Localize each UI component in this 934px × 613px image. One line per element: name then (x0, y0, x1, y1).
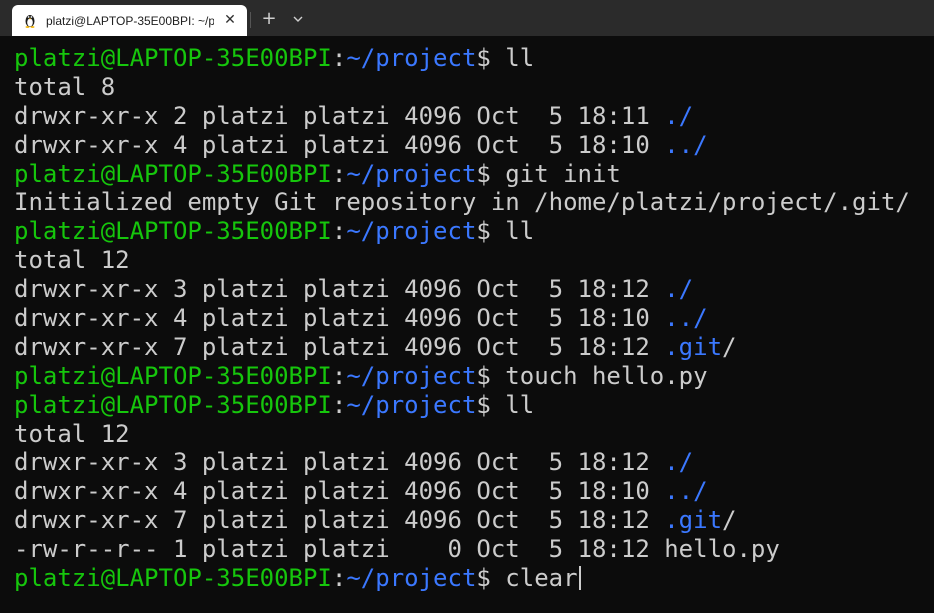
terminal-line: drwxr-xr-x 7 platzi platzi 4096 Oct 5 18… (14, 333, 934, 362)
terminal-line: platzi@LAPTOP-35E00BPI:~/project$ git in… (14, 160, 934, 189)
prompt-user: platzi@LAPTOP-35E00BPI (14, 44, 332, 72)
terminal-text: drwxr-xr-x 7 platzi platzi 4096 Oct 5 18… (14, 332, 665, 361)
terminal-window: platzi@LAPTOP-35E00BPI: ~/p ✕ + platzi@L… (0, 0, 934, 613)
terminal-line: platzi@LAPTOP-35E00BPI:~/project$ ll (14, 44, 934, 73)
terminal-line: platzi@LAPTOP-35E00BPI:~/project$ touch … (14, 362, 934, 391)
terminal-line: drwxr-xr-x 4 platzi platzi 4096 Oct 5 18… (14, 131, 934, 160)
terminal-text: / (722, 332, 737, 361)
terminal-text: .git (664, 332, 723, 361)
terminal-text: $ touch hello.py (476, 361, 708, 390)
prompt-path: ~/project (346, 44, 477, 72)
terminal-text: -rw-r--r-- 1 platzi platzi 0 Oct 5 18:12… (14, 535, 780, 564)
terminal-text: ./ (664, 101, 694, 130)
terminal-text: $ git init (476, 159, 621, 188)
terminal-line: Initialized empty Git repository in /hom… (14, 188, 934, 217)
prompt-user: platzi@LAPTOP-35E00BPI (14, 361, 332, 390)
tab-terminal[interactable]: platzi@LAPTOP-35E00BPI: ~/p ✕ (12, 5, 247, 36)
terminal-line: platzi@LAPTOP-35E00BPI:~/project$ ll (14, 391, 934, 420)
terminal-text: : (331, 390, 347, 419)
terminal-line: -rw-r--r-- 1 platzi platzi 0 Oct 5 18:12… (14, 535, 934, 564)
terminal-line: drwxr-xr-x 7 platzi platzi 4096 Oct 5 18… (14, 506, 934, 535)
chevron-down-icon[interactable] (288, 10, 308, 28)
terminal-line: drwxr-xr-x 4 platzi platzi 4096 Oct 5 18… (14, 304, 934, 333)
terminal-text: : (331, 44, 347, 72)
terminal-line: total 8 (14, 73, 934, 102)
tab-title: platzi@LAPTOP-35E00BPI: ~/p (46, 14, 214, 28)
terminal-text: drwxr-xr-x 4 platzi platzi 4096 Oct 5 18… (14, 304, 665, 333)
terminal-line: drwxr-xr-x 2 platzi platzi 4096 Oct 5 18… (14, 102, 934, 131)
terminal-text: total 12 (14, 246, 130, 275)
terminal-text: total 12 (14, 419, 130, 448)
terminal-text: ../ (664, 477, 708, 506)
terminal-text: ./ (664, 275, 694, 304)
terminal-text: drwxr-xr-x 4 platzi platzi 4096 Oct 5 18… (14, 477, 665, 506)
terminal-text: drwxr-xr-x 7 platzi platzi 4096 Oct 5 18… (14, 506, 665, 535)
terminal-text: $ ll (476, 390, 535, 419)
terminal-line: total 12 (14, 246, 934, 275)
prompt-user: platzi@LAPTOP-35E00BPI (14, 564, 332, 593)
prompt-path: ~/project (346, 159, 477, 188)
terminal-text: drwxr-xr-x 3 platzi platzi 4096 Oct 5 18… (14, 275, 665, 304)
close-icon[interactable]: ✕ (223, 13, 237, 27)
prompt-user: platzi@LAPTOP-35E00BPI (14, 159, 332, 188)
terminal-text: $ ll (476, 44, 535, 72)
terminal-text: .git (664, 506, 723, 535)
prompt-path: ~/project (346, 361, 477, 390)
terminal-text: ../ (664, 304, 708, 333)
terminal-text: / (722, 506, 737, 535)
terminal-output[interactable]: platzi@LAPTOP-35E00BPI:~/project$ ll tota… (0, 36, 934, 613)
prompt-path: ~/project (346, 217, 477, 246)
terminal-text: $ clear (476, 564, 578, 593)
new-tab-button[interactable]: + (258, 8, 280, 30)
terminal-text: : (331, 361, 347, 390)
terminal-text: drwxr-xr-x 2 platzi platzi 4096 Oct 5 18… (14, 101, 665, 130)
prompt-user: platzi@LAPTOP-35E00BPI (14, 217, 332, 246)
text-cursor (578, 566, 581, 591)
tab-bar: platzi@LAPTOP-35E00BPI: ~/p ✕ + (0, 0, 934, 36)
terminal-text: ./ (664, 448, 694, 477)
terminal-text: drwxr-xr-x 4 platzi platzi 4096 Oct 5 18… (14, 130, 665, 159)
terminal-text: ../ (664, 130, 708, 159)
terminal-line: platzi@LAPTOP-35E00BPI:~/project$ clear (14, 564, 934, 593)
prompt-path: ~/project (346, 390, 477, 419)
tab-separator (250, 12, 251, 28)
terminal-text: $ ll (476, 217, 535, 246)
prompt-path: ~/project (346, 564, 477, 593)
terminal-line: platzi@LAPTOP-35E00BPI:~/project$ ll (14, 217, 934, 246)
terminal-text: Initialized empty Git repository in /hom… (14, 188, 910, 217)
terminal-text: drwxr-xr-x 3 platzi platzi 4096 Oct 5 18… (14, 448, 665, 477)
terminal-text: : (331, 159, 347, 188)
terminal-text: total 8 (14, 72, 116, 101)
terminal-line: drwxr-xr-x 4 platzi platzi 4096 Oct 5 18… (14, 477, 934, 506)
terminal-line: drwxr-xr-x 3 platzi platzi 4096 Oct 5 18… (14, 448, 934, 477)
linux-penguin-icon (22, 12, 38, 28)
terminal-text: : (331, 217, 347, 246)
terminal-line: total 12 (14, 420, 934, 449)
terminal-text: : (331, 564, 347, 593)
prompt-user: platzi@LAPTOP-35E00BPI (14, 390, 332, 419)
terminal-line: drwxr-xr-x 3 platzi platzi 4096 Oct 5 18… (14, 275, 934, 304)
